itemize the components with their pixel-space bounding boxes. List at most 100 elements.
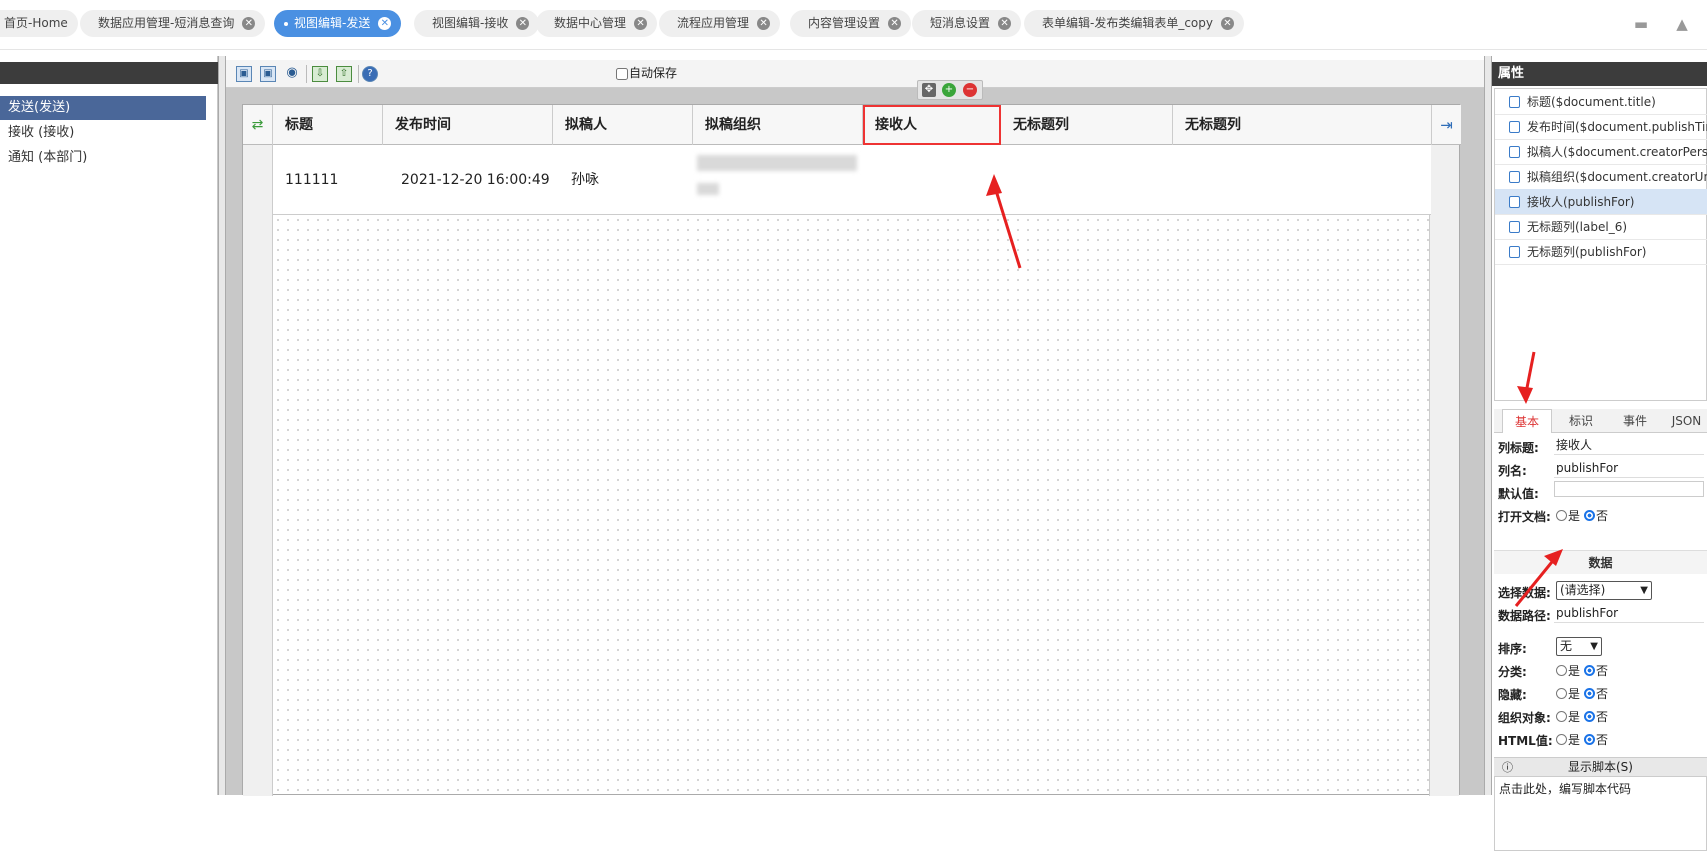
org-object-radio[interactable]: 是否: [1556, 708, 1608, 725]
column-header-receiver[interactable]: 接收人: [863, 105, 1001, 145]
col-name-input[interactable]: publishFor: [1554, 458, 1704, 478]
close-icon[interactable]: ✕: [1221, 17, 1234, 30]
tab-basic[interactable]: 基本: [1502, 409, 1552, 433]
tab-json[interactable]: JSON: [1664, 409, 1707, 433]
export-icon[interactable]: ⇧: [336, 66, 352, 82]
col-title-label: 列标题:: [1498, 441, 1539, 455]
redacted-org: [697, 155, 857, 171]
radio-no[interactable]: [1584, 711, 1596, 722]
group-radio[interactable]: 是否: [1556, 662, 1608, 679]
view-item-notice[interactable]: 通知 (本部门): [0, 146, 206, 170]
view-item-send[interactable]: 发送(发送): [0, 96, 206, 120]
view-item-receive[interactable]: 接收 (接收): [0, 121, 206, 145]
autosave-checkbox[interactable]: 自动保存: [616, 64, 677, 81]
tab-view-edit-receive[interactable]: 视图编辑-接收 ✕: [414, 10, 540, 37]
default-value-input[interactable]: [1554, 481, 1704, 497]
col-title-input[interactable]: 接收人: [1554, 435, 1704, 455]
column-list-item[interactable]: 拟稿人($document.creatorPerson): [1495, 139, 1707, 165]
add-column-icon[interactable]: ⇥: [1431, 105, 1461, 145]
save-icon[interactable]: ▣: [236, 66, 252, 82]
shirt-icon[interactable]: ▲: [1673, 15, 1691, 33]
script-editor[interactable]: 点击此处，编写脚本代码: [1494, 776, 1707, 851]
hidden-label: 隐藏:: [1498, 688, 1527, 702]
radio-yes[interactable]: [1556, 510, 1567, 521]
select-data-dropdown[interactable]: (请选择) ▼: [1556, 581, 1652, 600]
column-header-untitled-1[interactable]: 无标题列: [1001, 105, 1173, 145]
autosave-input[interactable]: [616, 67, 628, 80]
open-doc-label: 打开文档:: [1498, 510, 1551, 524]
chat-icon[interactable]: ▬: [1632, 15, 1650, 33]
close-icon[interactable]: ✕: [516, 17, 530, 30]
script-bar-label: 显示脚本(S): [1568, 760, 1633, 774]
column-list-item-selected[interactable]: 接收人(publishFor): [1495, 189, 1707, 215]
left-splitter[interactable]: [218, 56, 226, 795]
refresh-icon[interactable]: ⇄: [243, 105, 273, 145]
column-list-label: 拟稿组织($document.creatorUnit): [1527, 170, 1707, 184]
tab-form-edit[interactable]: 表单编辑-发布类编辑表单_copy ✕: [1024, 10, 1244, 37]
close-icon[interactable]: ✕: [378, 17, 392, 30]
import-icon[interactable]: ⇩: [312, 66, 328, 82]
tab-sms-query[interactable]: 数据应用管理-短消息查询 ✕: [80, 10, 266, 37]
column-header-untitled-2[interactable]: 无标题列: [1173, 105, 1343, 145]
column-list-item[interactable]: 拟稿组织($document.creatorUnit): [1495, 164, 1707, 190]
close-icon[interactable]: ✕: [888, 17, 902, 30]
delete-icon[interactable]: −: [963, 83, 977, 97]
close-icon[interactable]: ✕: [634, 17, 648, 30]
radio-yes[interactable]: [1556, 711, 1567, 722]
radio-label: 是: [1568, 733, 1581, 747]
column-header-publish-time[interactable]: 发布时间: [383, 105, 553, 145]
tab-content-settings[interactable]: 内容管理设置 ✕: [790, 10, 912, 37]
org-object-label: 组织对象:: [1498, 711, 1551, 725]
radio-no[interactable]: [1584, 665, 1596, 676]
property-tabs: 基本 标识 事件 JSON: [1494, 409, 1707, 433]
toolbar-separator: [306, 65, 307, 83]
tab-home[interactable]: 首页-Home: [0, 10, 78, 37]
tab-process-app[interactable]: 流程应用管理 ✕: [659, 10, 781, 37]
tab-data-center[interactable]: 数据中心管理 ✕: [536, 10, 658, 37]
close-icon[interactable]: ✕: [998, 17, 1012, 30]
tab-label: 数据中心管理: [554, 16, 627, 30]
column-list-item[interactable]: 标题($document.title): [1495, 89, 1707, 115]
close-icon[interactable]: ✕: [242, 17, 256, 30]
tab-label: 首页-Home: [4, 16, 68, 30]
column-header-title[interactable]: 标题: [273, 105, 383, 145]
grid-right-gutter: [1429, 145, 1459, 796]
radio-no[interactable]: [1584, 688, 1596, 699]
html-value-radio[interactable]: 是否: [1556, 731, 1608, 748]
data-path-input[interactable]: publishFor: [1554, 603, 1704, 623]
column-list-label: 拟稿人($document.creatorPerson): [1527, 145, 1707, 159]
tab-identity[interactable]: 标识: [1556, 409, 1606, 433]
sort-dropdown[interactable]: 无 ▼: [1556, 637, 1602, 656]
column-header-author[interactable]: 拟稿人: [553, 105, 693, 145]
preview-icon[interactable]: ◉: [284, 66, 300, 82]
save-as-icon[interactable]: ▣: [260, 66, 276, 82]
tab-view-edit-send[interactable]: 视图编辑-发送 ✕: [274, 10, 402, 37]
help-icon[interactable]: ?: [362, 66, 378, 82]
column-list-item[interactable]: 无标题列(label_6): [1495, 214, 1707, 240]
column-header-author-org[interactable]: 拟稿组织: [693, 105, 863, 145]
close-icon[interactable]: ✕: [757, 17, 771, 30]
radio-label: 是: [1568, 687, 1581, 701]
add-icon[interactable]: +: [942, 83, 956, 97]
move-icon[interactable]: ✥: [922, 83, 936, 97]
radio-yes[interactable]: [1556, 688, 1567, 699]
radio-label: 是: [1568, 509, 1581, 523]
open-doc-radio[interactable]: 是否: [1556, 507, 1608, 524]
radio-yes[interactable]: [1556, 734, 1567, 745]
column-list-item[interactable]: 发布时间($document.publishTime): [1495, 114, 1707, 140]
info-icon: ⓘ: [1502, 761, 1513, 774]
column-icon: [1509, 246, 1520, 258]
hidden-radio[interactable]: 是否: [1556, 685, 1608, 702]
show-script-bar[interactable]: ⓘ 显示脚本(S): [1494, 757, 1707, 776]
right-splitter[interactable]: [1484, 56, 1492, 795]
radio-label: 否: [1596, 733, 1609, 747]
active-dot-icon: [284, 21, 288, 26]
tab-sms-settings[interactable]: 短消息设置 ✕: [912, 10, 1022, 37]
radio-no[interactable]: [1584, 734, 1596, 745]
view-grid: ⇄ 标题 发布时间 拟稿人 拟稿组织 接收人 无标题列 无标题列 ⇥ 11111…: [242, 104, 1461, 796]
radio-yes[interactable]: [1556, 665, 1567, 676]
radio-no[interactable]: [1584, 510, 1596, 521]
column-list-item[interactable]: 无标题列(publishFor): [1495, 239, 1707, 265]
tab-events[interactable]: 事件: [1610, 409, 1660, 433]
column-list-label: 发布时间($document.publishTime): [1527, 120, 1707, 134]
